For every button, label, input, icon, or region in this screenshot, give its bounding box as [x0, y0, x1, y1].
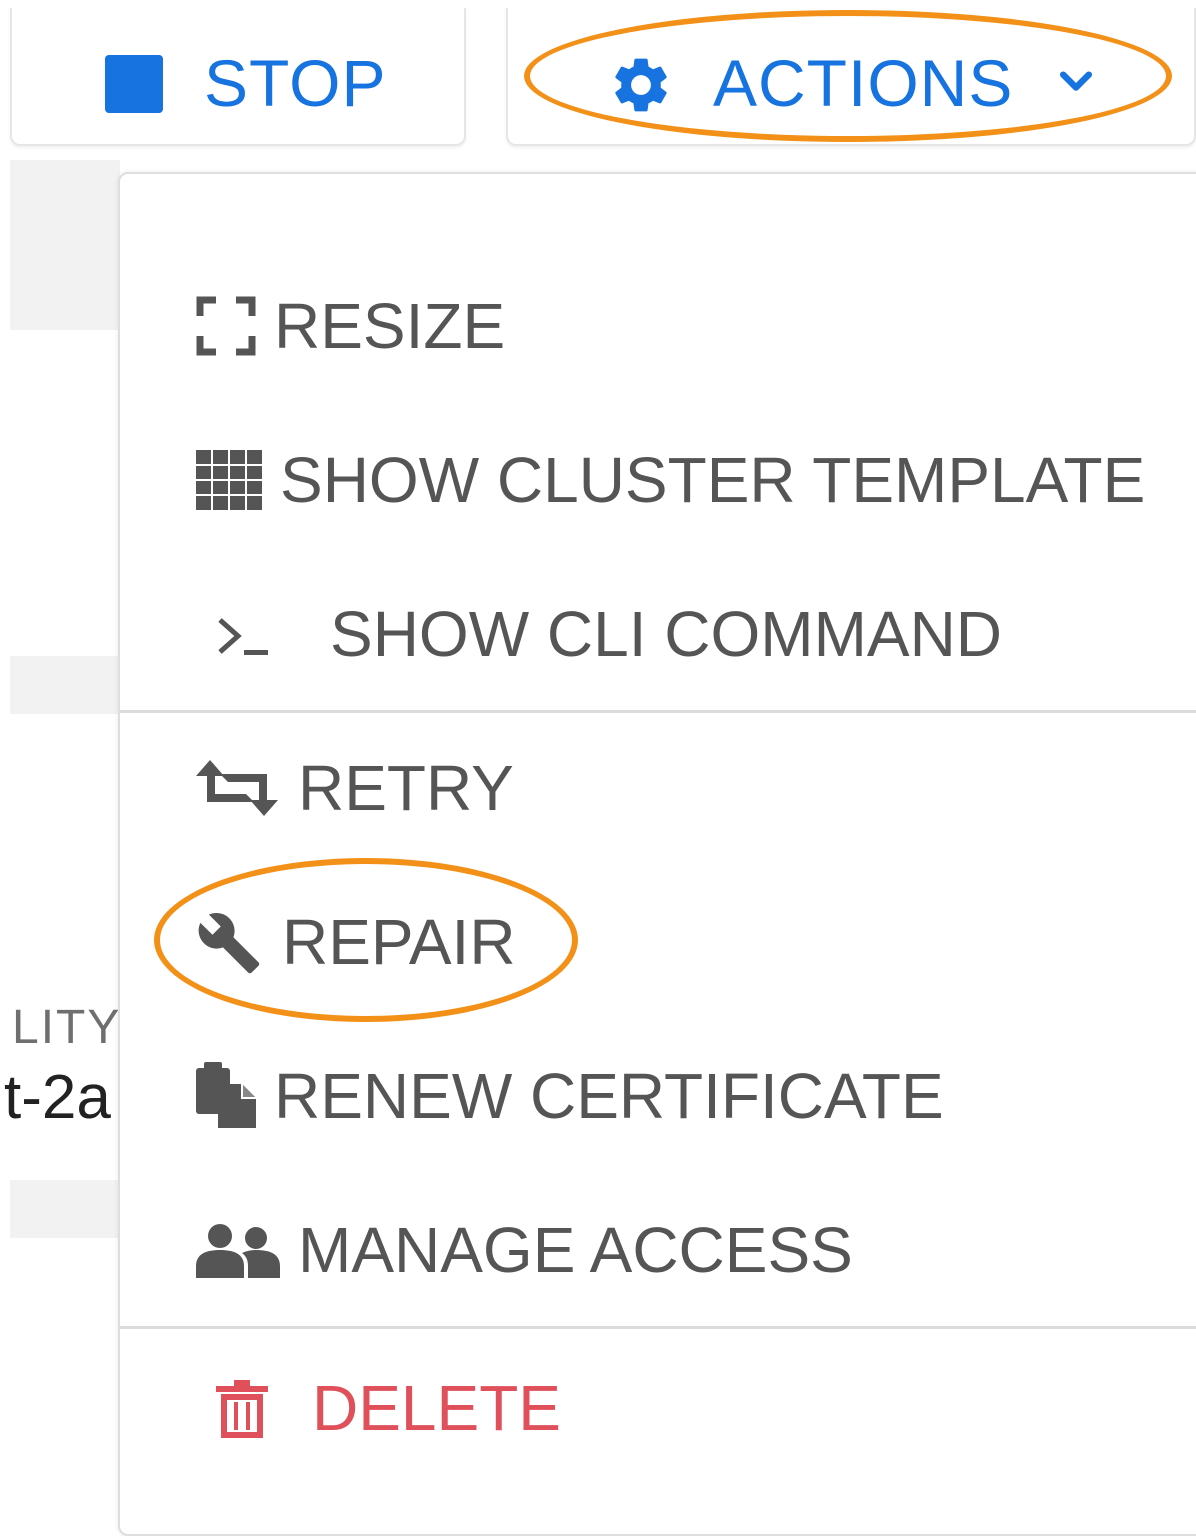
chevron-down-icon — [1054, 60, 1098, 109]
stop-button-label: STOP — [204, 46, 387, 120]
menu-item-label: RENEW CERTIFICATE — [274, 1060, 944, 1132]
menu-divider — [120, 710, 1196, 713]
stop-icon — [105, 55, 163, 113]
actions-dropdown-menu: RESIZE SHOW CLUSTER TEMPLATE SHOW CLI CO… — [118, 172, 1196, 1536]
background-band — [10, 656, 120, 714]
menu-item-show-cli-command[interactable]: SHOW CLI COMMAND — [120, 574, 1196, 694]
resize-icon — [196, 296, 256, 361]
wrench-icon — [196, 910, 262, 981]
menu-item-label: DELETE — [312, 1372, 561, 1444]
actions-dropdown-button[interactable]: ACTIONS — [506, 8, 1196, 146]
trash-icon — [216, 1380, 268, 1443]
menu-item-show-cluster-template[interactable]: SHOW CLUSTER TEMPLATE — [120, 420, 1196, 540]
menu-item-resize[interactable]: RESIZE — [120, 266, 1196, 386]
background-band — [10, 160, 120, 330]
menu-divider — [120, 1326, 1196, 1329]
actions-button-label: ACTIONS — [713, 46, 1014, 120]
grid-icon — [196, 450, 262, 515]
column-header-fragment: LITY — [12, 1001, 122, 1054]
menu-item-label: RETRY — [298, 752, 514, 824]
menu-item-label: REPAIR — [282, 906, 516, 978]
retry-icon — [196, 760, 278, 821]
menu-item-retry[interactable]: RETRY — [120, 728, 1196, 848]
background-band — [10, 1180, 120, 1238]
menu-item-manage-access[interactable]: MANAGE ACCESS — [120, 1190, 1196, 1310]
menu-item-label: MANAGE ACCESS — [298, 1214, 853, 1286]
menu-item-delete[interactable]: DELETE — [120, 1346, 1196, 1466]
menu-item-repair[interactable]: REPAIR — [120, 882, 1196, 1002]
gear-icon — [608, 52, 674, 123]
clipboard-icon — [196, 1062, 258, 1133]
stop-button[interactable]: STOP — [10, 8, 466, 146]
menu-item-label: RESIZE — [274, 290, 506, 362]
menu-item-label: SHOW CLI COMMAND — [330, 598, 1002, 670]
menu-item-renew-certificate[interactable]: RENEW CERTIFICATE — [120, 1036, 1196, 1156]
terminal-icon — [216, 614, 272, 663]
value-fragment: t-2a — [4, 1063, 111, 1132]
menu-item-label: SHOW CLUSTER TEMPLATE — [280, 444, 1146, 516]
users-icon — [196, 1222, 280, 1283]
